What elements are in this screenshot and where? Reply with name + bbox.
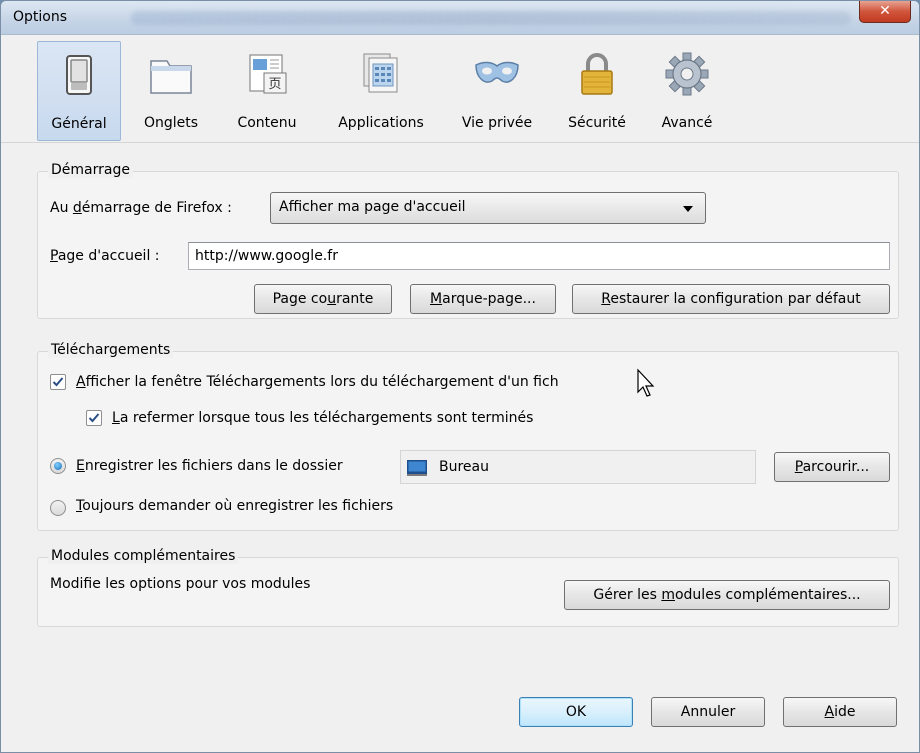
- addons-group: Modules complémentaires Modifie les opti…: [37, 548, 899, 627]
- always-ask-label[interactable]: Toujours demander où enregistrer les fic…: [76, 498, 393, 514]
- close-button[interactable]: ✕: [859, 1, 911, 23]
- title-bar[interactable]: Options ✕: [1, 1, 919, 35]
- tab-privacy[interactable]: Vie privée: [447, 41, 547, 141]
- privacy-mask-icon: [475, 61, 519, 83]
- startup-when-select[interactable]: Afficher ma page d'accueil: [270, 192, 706, 224]
- show-downloads-window-label[interactable]: Afficher la fenêtre Téléchargements lors…: [76, 374, 559, 390]
- checkmark-icon: [52, 377, 64, 387]
- downloads-group: Téléchargements Afficher la fenêtre Télé…: [37, 342, 899, 531]
- startup-group: Démarrage Au démarrage de Firefox : Affi…: [37, 162, 899, 319]
- ok-button[interactable]: OK: [519, 697, 633, 727]
- download-folder-field: Bureau: [400, 450, 756, 484]
- close-when-done-checkbox[interactable]: [86, 410, 102, 426]
- browse-button[interactable]: Parcourir...: [774, 452, 890, 482]
- content-icon: 页: [249, 54, 287, 94]
- tab-security[interactable]: Sécurité: [555, 41, 639, 141]
- tab-applications[interactable]: Applications: [323, 41, 439, 141]
- startup-when-value: Afficher ma page d'accueil: [279, 199, 466, 215]
- home-page-input[interactable]: http://www.google.fr: [188, 242, 890, 270]
- tab-advanced-label: Avancé: [661, 115, 713, 131]
- chevron-down-icon: [683, 206, 693, 212]
- save-to-folder-radio[interactable]: [50, 458, 66, 474]
- tab-general-label: Général: [51, 116, 107, 132]
- startup-group-title: Démarrage: [48, 162, 133, 178]
- svg-text:页: 页: [268, 77, 281, 92]
- download-folder-name: Bureau: [439, 459, 489, 475]
- home-page-label: Page d'accueil :: [50, 248, 160, 264]
- mouse-cursor-icon: [637, 368, 655, 397]
- restore-default-button[interactable]: Restaurer la configuration par défaut: [572, 284, 890, 314]
- tab-tabs[interactable]: Onglets: [131, 41, 211, 141]
- manage-addons-button[interactable]: Gérer les modules complémentaires...: [564, 580, 890, 610]
- applications-icon: [363, 53, 398, 93]
- tabs-icon: [150, 60, 192, 94]
- startup-when-label: Au démarrage de Firefox :: [50, 200, 232, 216]
- tab-general[interactable]: Général: [37, 41, 121, 141]
- cancel-button[interactable]: Annuler: [651, 697, 765, 727]
- addons-group-title: Modules complémentaires: [48, 548, 239, 564]
- tab-applications-label: Applications: [338, 115, 424, 131]
- use-current-page-button[interactable]: Page courante: [254, 284, 392, 314]
- window-title: Options: [13, 9, 68, 25]
- tab-tabs-label: Onglets: [143, 115, 199, 131]
- addons-description: Modifie les options pour vos modules: [50, 576, 311, 592]
- show-downloads-window-checkbox[interactable]: [50, 374, 66, 390]
- tab-advanced[interactable]: Avancé: [649, 41, 725, 141]
- tab-content[interactable]: 页 Contenu: [219, 41, 315, 141]
- home-page-value: http://www.google.fr: [195, 248, 338, 264]
- desktop-folder-icon: [407, 460, 427, 476]
- options-dialog: Options ✕ Général Onglets 页 Contenu Appl…: [0, 0, 920, 753]
- use-bookmark-button[interactable]: Marque-page...: [410, 284, 556, 314]
- tab-security-label: Sécurité: [568, 115, 626, 131]
- blurred-background-url: [131, 11, 851, 25]
- help-button[interactable]: Aide: [783, 697, 897, 727]
- close-icon: ✕: [879, 3, 891, 19]
- security-lock-icon: [581, 53, 613, 95]
- downloads-group-title: Téléchargements: [48, 342, 174, 358]
- save-to-folder-label[interactable]: Enregistrer les fichiers dans le dossier: [76, 458, 343, 474]
- advanced-gear-icon: [665, 52, 709, 96]
- tab-privacy-label: Vie privée: [461, 115, 533, 131]
- close-when-done-label[interactable]: La refermer lorsque tous les téléchargem…: [112, 410, 533, 426]
- always-ask-radio[interactable]: [50, 500, 66, 516]
- pane-toolbar: Général Onglets 页 Contenu Applications V…: [1, 35, 919, 143]
- checkmark-icon: [88, 413, 100, 423]
- tab-content-label: Contenu: [237, 115, 297, 131]
- general-switch-icon: [66, 55, 92, 95]
